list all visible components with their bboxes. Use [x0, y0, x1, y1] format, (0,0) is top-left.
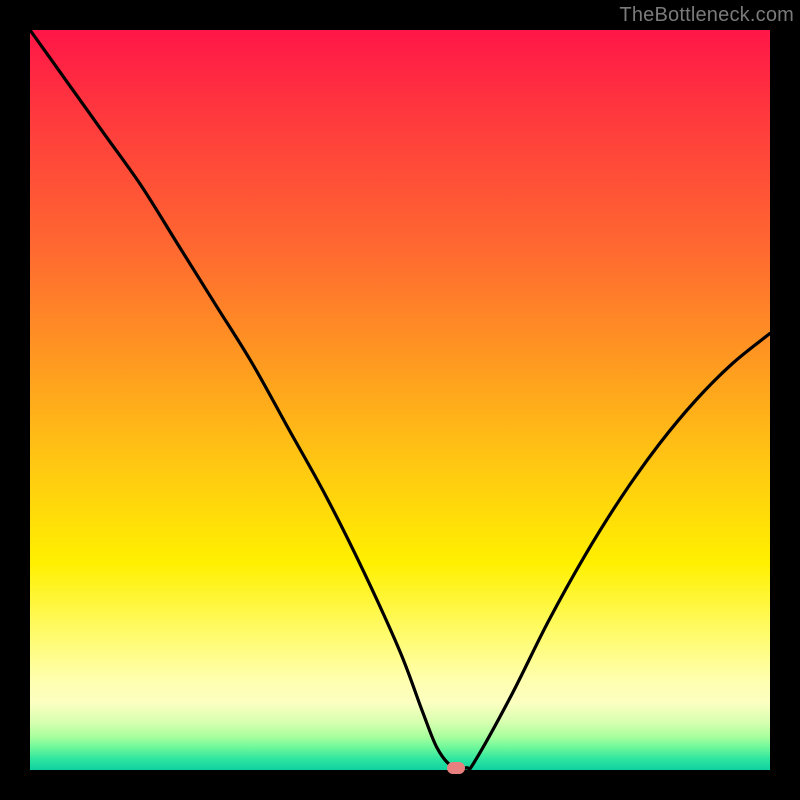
bottleneck-curve	[30, 30, 770, 769]
plot-area	[30, 30, 770, 770]
curve-svg	[30, 30, 770, 770]
minimum-marker	[447, 762, 465, 774]
chart-frame: TheBottleneck.com	[0, 0, 800, 800]
attribution-text: TheBottleneck.com	[619, 4, 794, 27]
